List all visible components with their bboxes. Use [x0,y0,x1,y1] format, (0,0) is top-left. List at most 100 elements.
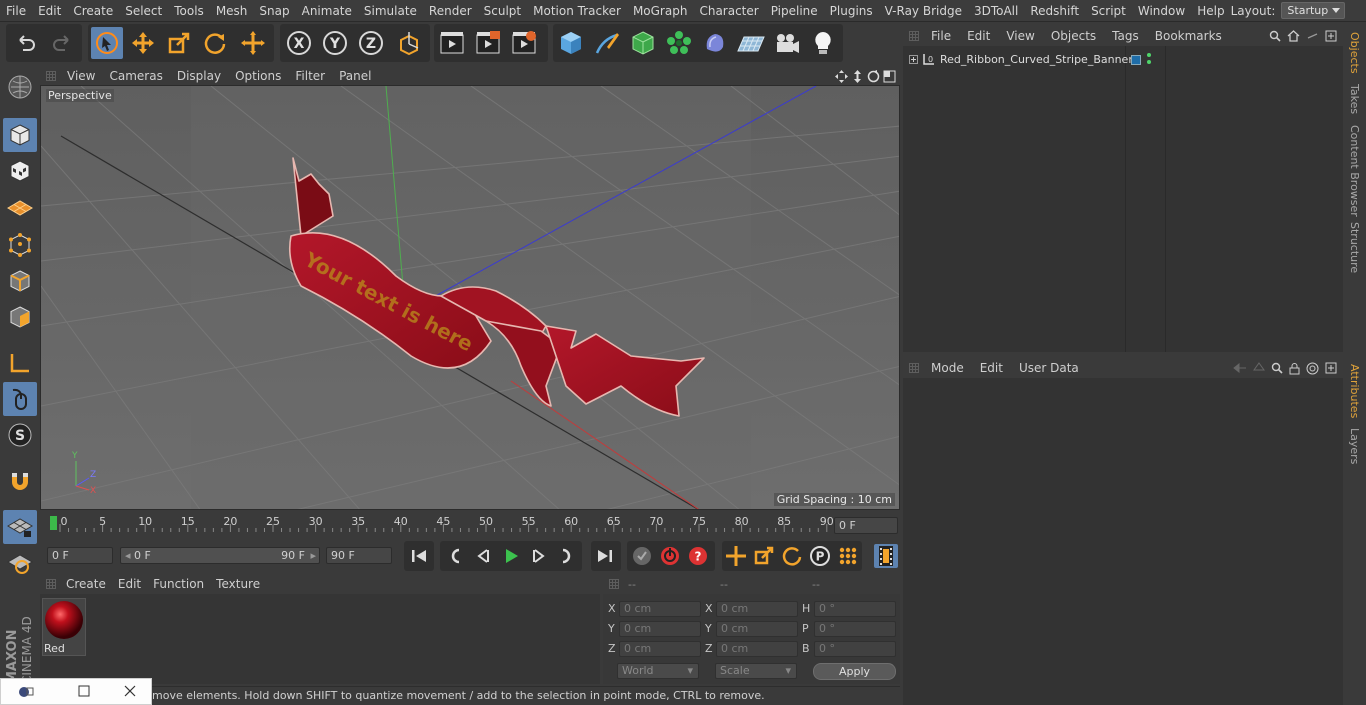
floor-icon[interactable] [735,27,767,59]
pos-z-field[interactable]: 0 cm [619,641,701,657]
new-panel-icon[interactable] [1325,362,1337,374]
up-arrow-icon[interactable] [1253,362,1265,374]
render-view-icon[interactable] [436,27,468,59]
rot-h-field[interactable]: 0 ° [814,601,896,617]
menu-character[interactable]: Character [693,0,764,22]
home-icon[interactable] [1287,30,1300,42]
menu-render[interactable]: Render [423,0,478,22]
points-mode-icon[interactable] [3,228,37,262]
record-keys-icon[interactable] [630,544,654,568]
material-swatch[interactable]: Red [42,598,86,656]
menu-tools[interactable]: Tools [168,0,210,22]
polygons-mode-icon[interactable] [3,300,37,334]
viewport-menu-filter[interactable]: Filter [288,67,332,85]
y-axis-lock-icon[interactable]: Y [319,27,351,59]
deformer-icon[interactable] [699,27,731,59]
tab-layers[interactable]: Layers [1348,428,1361,464]
timeline-window-icon[interactable] [874,544,898,568]
layout-select[interactable]: Startup [1281,2,1345,19]
go-to-start-icon[interactable] [407,544,431,568]
viewport-menu-options[interactable]: Options [228,67,288,85]
redo-icon[interactable] [46,27,78,59]
material-menu-edit[interactable]: Edit [112,577,147,591]
menu-animate[interactable]: Animate [296,0,358,22]
live-selection-icon[interactable] [91,27,123,59]
menu-motion-tracker[interactable]: Motion Tracker [527,0,627,22]
coordinate-mode-select[interactable]: Scale ▾ [715,663,797,679]
menu-create[interactable]: Create [67,0,119,22]
texture-mode-icon[interactable] [3,154,37,188]
panel-grip[interactable] [46,71,56,81]
next-frame-icon[interactable] [527,544,551,568]
viewport-menu-cameras[interactable]: Cameras [102,67,169,85]
menu-sculpt[interactable]: Sculpt [478,0,527,22]
material-menu-texture[interactable]: Texture [210,577,266,591]
key-position-icon[interactable] [724,544,748,568]
axis-mode-icon[interactable] [3,346,37,380]
new-panel-icon[interactable] [1325,30,1337,42]
editor-visibility-icon[interactable] [1147,53,1151,57]
menu-plugins[interactable]: Plugins [824,0,879,22]
maximize-icon[interactable] [78,685,90,700]
rot-p-field[interactable]: 0 ° [814,621,896,637]
zoom-view-icon[interactable] [851,69,864,83]
link-icon[interactable] [1306,30,1319,42]
keyframe-selection-icon[interactable]: ? [686,544,710,568]
menu-help[interactable]: Help [1191,0,1230,22]
attribute-menu-user-data[interactable]: User Data [1011,361,1087,375]
layer-color-icon[interactable] [1131,55,1141,65]
z-axis-lock-icon[interactable]: Z [355,27,387,59]
x-axis-lock-icon[interactable]: X [283,27,315,59]
object-menu-bookmarks[interactable]: Bookmarks [1147,29,1230,43]
range-left-arrow-icon[interactable]: ◂ [125,549,131,562]
menu-simulate[interactable]: Simulate [358,0,423,22]
render-visibility-icon[interactable] [1147,60,1151,64]
menu-select[interactable]: Select [119,0,168,22]
pan-view-icon[interactable] [835,69,848,83]
back-arrow-icon[interactable] [1233,363,1247,373]
viewport-menu-view[interactable]: View [60,67,102,85]
play-forward-icon[interactable] [499,544,523,568]
size-x-field[interactable]: 0 cm [716,601,798,617]
object-menu-view[interactable]: View [998,29,1042,43]
key-rotation-icon[interactable] [780,544,804,568]
tab-content-browser[interactable]: Content Browser [1348,125,1361,217]
menu-mesh[interactable]: Mesh [210,0,254,22]
menu-edit[interactable]: Edit [32,0,67,22]
key-pla-icon[interactable] [836,544,860,568]
workplane-lock-icon[interactable] [3,510,37,544]
menu-snap[interactable]: Snap [253,0,295,22]
go-to-end-icon[interactable] [593,544,617,568]
tab-takes[interactable]: Takes [1348,84,1361,114]
lock-icon[interactable] [1289,362,1300,375]
tweak-mode-icon[interactable] [3,382,37,416]
panel-grip[interactable] [46,579,56,589]
maximize-view-icon[interactable] [883,70,896,83]
object-menu-edit[interactable]: Edit [959,29,998,43]
object-menu-tags[interactable]: Tags [1104,29,1147,43]
panel-grip[interactable] [909,31,919,41]
start-frame-field[interactable]: 0 F [47,547,113,564]
move-icon[interactable] [127,27,159,59]
workplane-align-icon[interactable] [3,546,37,580]
menu-window[interactable]: Window [1132,0,1191,22]
model-mode-icon[interactable] [3,118,37,152]
snap-icon[interactable] [3,464,37,498]
tab-attributes[interactable]: Attributes [1348,364,1361,418]
pen-icon[interactable] [591,27,623,59]
material-menu-function[interactable]: Function [147,577,210,591]
current-frame-field[interactable]: 0 F [834,517,898,534]
object-row[interactable]: 0 Red_Ribbon_Curved_Stripe_Banner [903,52,1133,68]
autokeying-icon[interactable] [658,544,682,568]
apply-button[interactable]: Apply [813,663,896,680]
viewport-menu-panel[interactable]: Panel [332,67,378,85]
pos-x-field[interactable]: 0 cm [619,601,701,617]
light-icon[interactable] [807,27,839,59]
object-menu-file[interactable]: File [923,29,959,43]
panel-grip[interactable] [909,363,919,373]
rotate-view-icon[interactable] [867,69,880,83]
make-editable-icon[interactable] [3,70,37,104]
edges-mode-icon[interactable] [3,264,37,298]
coordinate-space-select[interactable]: World ▾ [617,663,699,679]
next-key-icon[interactable] [555,544,579,568]
